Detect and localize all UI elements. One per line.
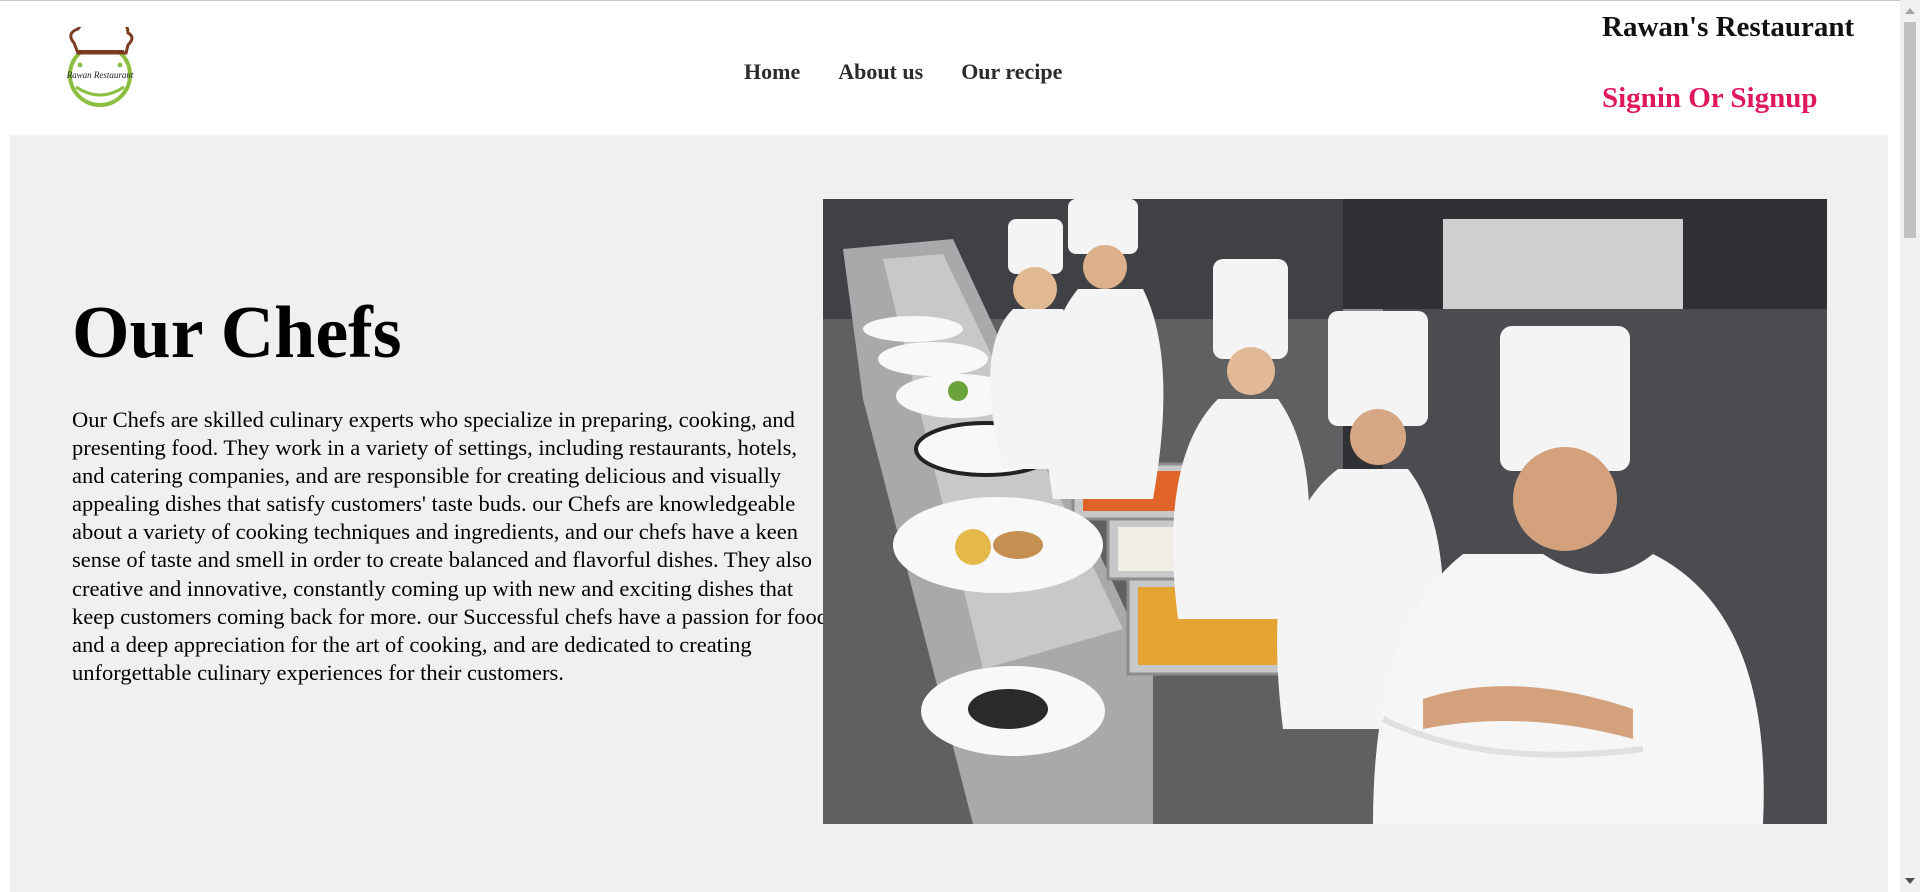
scroll-up-arrow-icon[interactable]	[1900, 4, 1920, 18]
site-header: Rawan Restaurant Home About us Our recip…	[10, 1, 1888, 135]
signin-signup-link[interactable]: Signin Or Signup	[1602, 82, 1817, 115]
chefs-kitchen-photo	[823, 199, 1827, 824]
page: Rawan Restaurant Home About us Our recip…	[10, 1, 1888, 892]
page-title: Our Chefs	[72, 292, 402, 374]
nav-our-recipe[interactable]: Our recipe	[961, 59, 1062, 85]
nav-home[interactable]: Home	[744, 59, 800, 85]
chefs-description: Our Chefs are skilled culinary experts w…	[72, 407, 829, 685]
main-nav: Home About us Our recipe	[744, 59, 1062, 85]
scroll-down-arrow-icon[interactable]	[1900, 874, 1920, 888]
chef-hat-logo-icon[interactable]: Rawan Restaurant	[38, 19, 168, 115]
nav-about-us[interactable]: About us	[838, 59, 923, 85]
page-scrollbar[interactable]	[1900, 0, 1920, 892]
logo-text: Rawan Restaurant	[66, 70, 134, 80]
scrollbar-thumb[interactable]	[1904, 22, 1916, 238]
brand-name: Rawan's Restaurant	[1602, 11, 1855, 43]
